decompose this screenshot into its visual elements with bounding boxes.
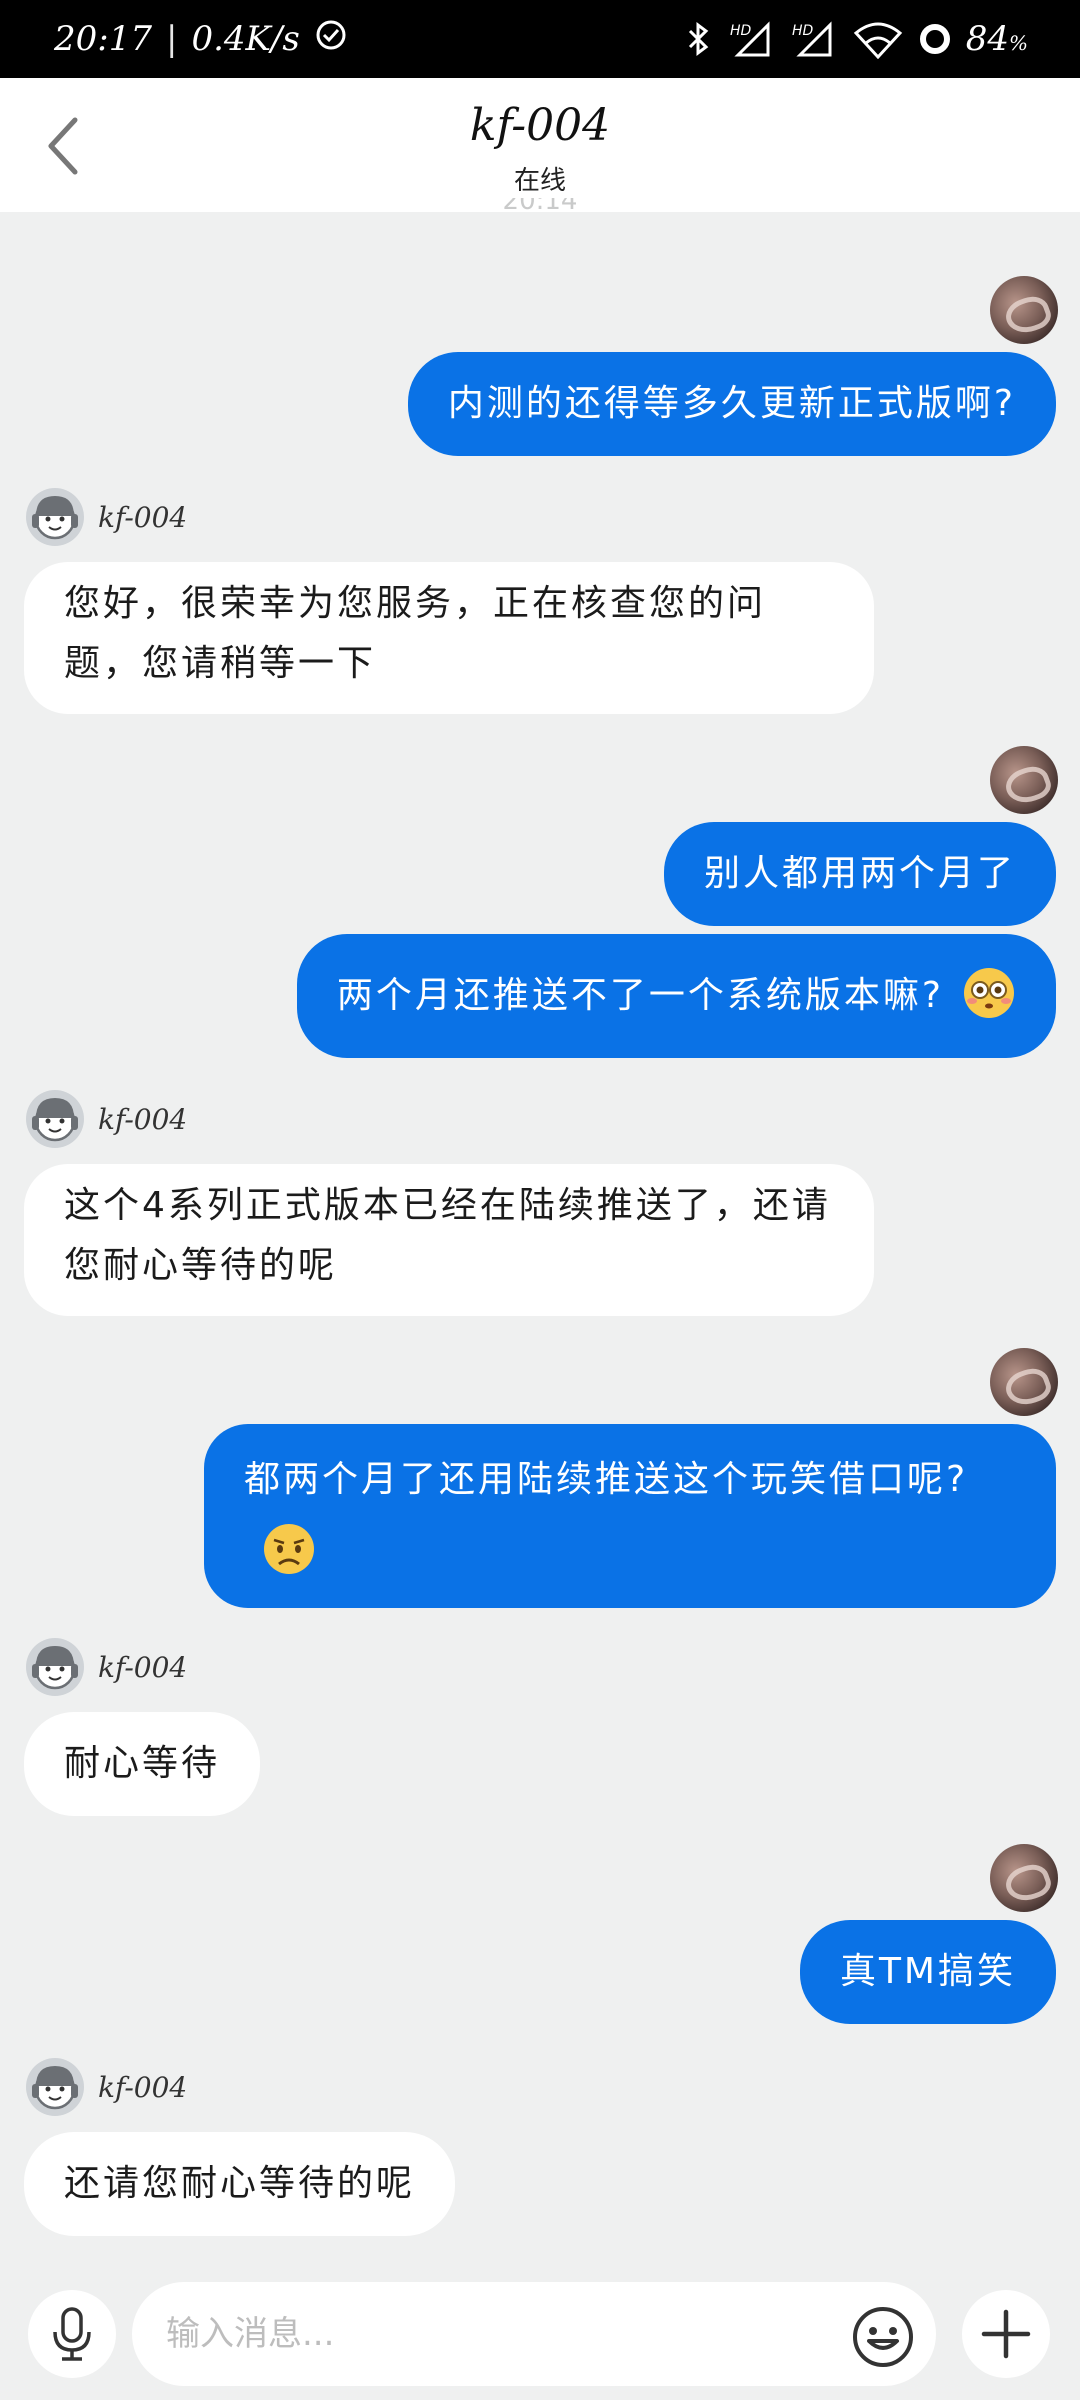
status-bar: 20:17 | 0.4K/s HD HD 84%: [0, 0, 1080, 78]
my-avatar[interactable]: [990, 276, 1058, 344]
agent-header: kf-004: [24, 1088, 187, 1150]
input-bar: [0, 2268, 1080, 2400]
agent-name: kf-004: [98, 500, 188, 534]
emoji-button[interactable]: [850, 2304, 916, 2370]
outgoing-message[interactable]: 内测的还得等多久更新正式版啊?: [407, 352, 1056, 456]
agent-header: kf-004: [24, 2056, 187, 2118]
agent-header: kf-004: [24, 1636, 187, 1698]
status-left: 20:17 | 0.4K/s: [54, 18, 348, 61]
status-right: HD HD 84%: [684, 19, 1028, 59]
agent-name: kf-004: [98, 2070, 188, 2104]
signal-hd-icon-2: HD: [790, 19, 838, 59]
worried-face-emoji-icon: [264, 1524, 314, 1574]
my-avatar[interactable]: [990, 1844, 1058, 1912]
status-time: 20:17: [54, 19, 152, 59]
agent-avatar-icon[interactable]: [24, 486, 86, 548]
status-separator: |: [165, 19, 178, 59]
incoming-message[interactable]: 耐心等待: [24, 1712, 261, 1816]
chat-title: kf-004: [469, 100, 611, 151]
battery-icon: [918, 22, 952, 56]
my-avatar[interactable]: [990, 1348, 1058, 1416]
online-status: 在线: [513, 166, 566, 196]
battery-level: 84%: [965, 19, 1028, 59]
svg-text:HD: HD: [730, 23, 752, 39]
agent-name: kf-004: [98, 1102, 188, 1136]
svg-text:HD: HD: [792, 23, 814, 39]
outgoing-message[interactable]: 真TM搞笑: [799, 1920, 1056, 2024]
flushed-face-emoji-icon: [964, 968, 1014, 1018]
microphone-icon: [53, 2307, 91, 2361]
incoming-message[interactable]: 还请您耐心等待的呢: [24, 2132, 456, 2236]
signal-hd-icon-1: HD: [728, 19, 776, 59]
incoming-message[interactable]: 这个4系列正式版本已经在陆续推送了，还请您耐心等待的呢: [24, 1164, 874, 1316]
timestamp-divider: 20:14: [502, 198, 578, 216]
agent-avatar-icon[interactable]: [24, 1088, 86, 1150]
outgoing-message[interactable]: 都两个月了还用陆续推送这个玩笑借口呢?: [204, 1424, 1056, 1608]
chat-header: kf-004 在线: [0, 78, 1080, 212]
agent-avatar-icon[interactable]: [24, 1636, 86, 1698]
outgoing-message[interactable]: 别人都用两个月了: [663, 822, 1056, 926]
my-avatar[interactable]: [990, 746, 1058, 814]
incoming-message[interactable]: 您好，很荣幸为您服务，正在核查您的问题，您请稍等一下: [24, 562, 874, 714]
agent-avatar-icon[interactable]: [24, 2056, 86, 2118]
message-text: 都两个月了还用陆续推送这个玩笑借口呢?: [244, 1459, 969, 1500]
network-speed: 0.4K/s: [191, 19, 300, 59]
message-text: 两个月还推送不了一个系统版本嘛?: [336, 975, 944, 1016]
smiley-icon: [853, 2307, 913, 2367]
wifi-icon: [852, 19, 904, 59]
message-input[interactable]: [132, 2282, 936, 2386]
outgoing-message[interactable]: 两个月还推送不了一个系统版本嘛?: [296, 934, 1056, 1058]
plus-icon: [981, 2309, 1031, 2359]
check-circle-icon: [314, 18, 348, 61]
bluetooth-icon: [684, 21, 714, 57]
agent-name: kf-004: [98, 1650, 188, 1684]
more-options-button[interactable]: [962, 2290, 1050, 2378]
agent-header: kf-004: [24, 486, 187, 548]
voice-input-button[interactable]: [28, 2290, 116, 2378]
